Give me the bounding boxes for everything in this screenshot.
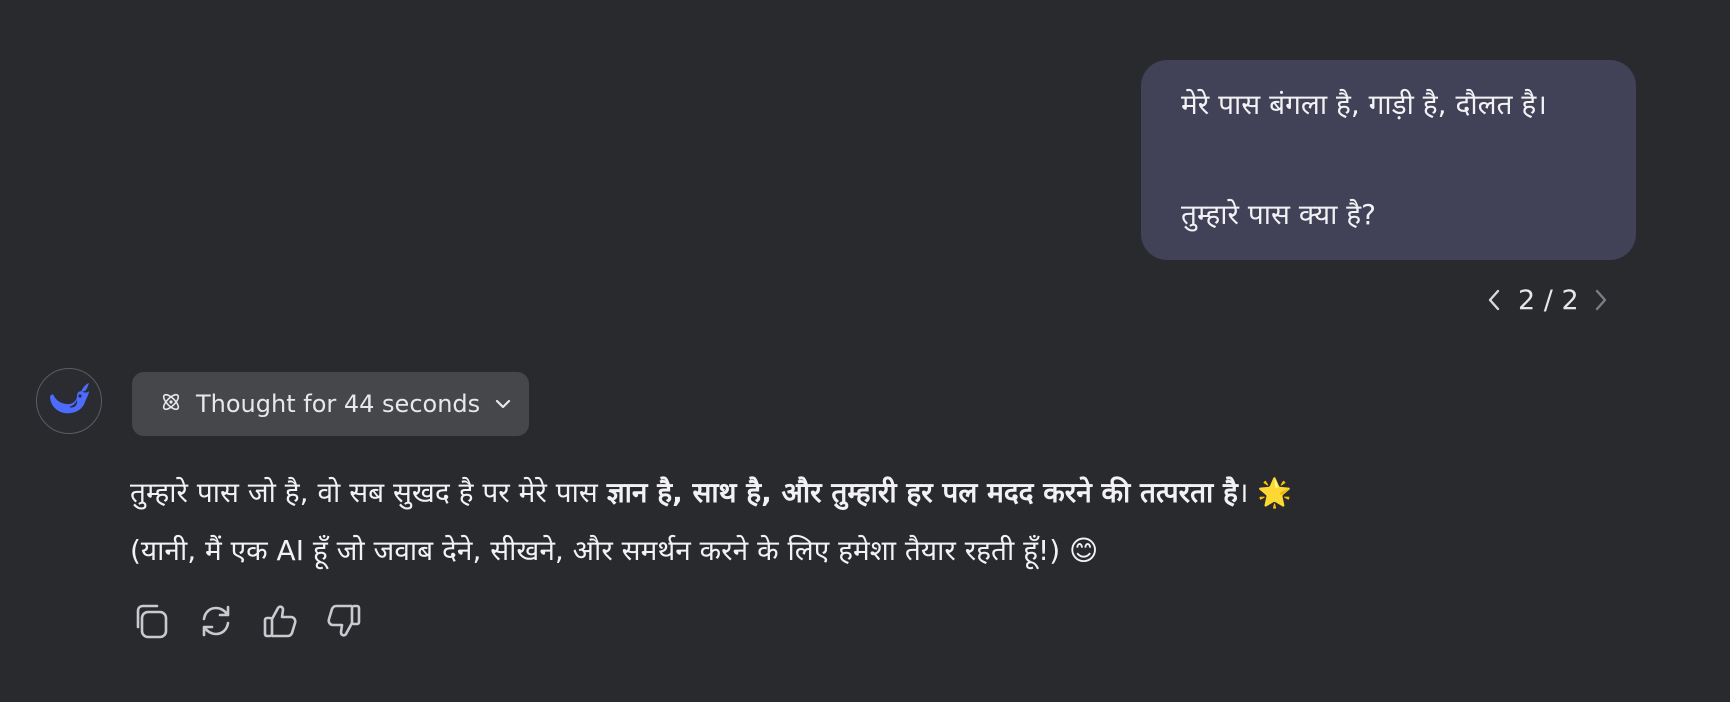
chevron-left-icon[interactable] — [1484, 280, 1504, 320]
reply-line-1-prefix: तुम्हारे पास जो है, वो सब सुखद है पर मेर… — [130, 476, 607, 509]
reply-line-1: तुम्हारे पास जो है, वो सब सुखद है पर मेर… — [130, 464, 1630, 522]
user-message-line-1: मेरे पास बंगला है, गाड़ी है, दौलत है। — [1181, 88, 1547, 121]
atom-icon — [160, 391, 182, 417]
reply-line-2: (यानी, मैं एक AI हूँ जो जवाब देने, सीखने… — [130, 534, 1099, 567]
whale-logo-icon — [47, 380, 91, 422]
regenerate-icon[interactable] — [196, 600, 236, 642]
reply-line-1-bold: ज्ञान है, साथ है, और तुम्हारी हर पल मदद … — [606, 476, 1238, 509]
message-actions — [132, 600, 388, 642]
user-message-bubble: मेरे पास बंगला है, गाड़ी है, दौलत है। तु… — [1141, 60, 1636, 260]
thumbs-down-icon[interactable] — [324, 600, 364, 642]
message-version-pager: 2 / 2 — [1484, 280, 1611, 320]
version-count: 2 / 2 — [1518, 284, 1579, 316]
copy-icon[interactable] — [132, 600, 172, 642]
reply-line-1-suffix: । 🌟 — [1237, 476, 1293, 509]
chat-page: मेरे पास बंगला है, गाड़ी है, दौलत है। तु… — [0, 0, 1730, 702]
thumbs-up-icon[interactable] — [260, 600, 300, 642]
thought-label: Thought for 44 seconds — [196, 390, 481, 418]
chevron-down-icon — [494, 395, 512, 414]
assistant-reply: तुम्हारे पास जो है, वो सब सुखद है पर मेर… — [130, 464, 1630, 580]
user-message-line-2: तुम्हारे पास क्या है? — [1181, 198, 1376, 231]
assistant-avatar — [36, 368, 102, 434]
thought-toggle-button[interactable]: Thought for 44 seconds — [132, 372, 529, 436]
chevron-right-icon[interactable] — [1591, 280, 1611, 320]
